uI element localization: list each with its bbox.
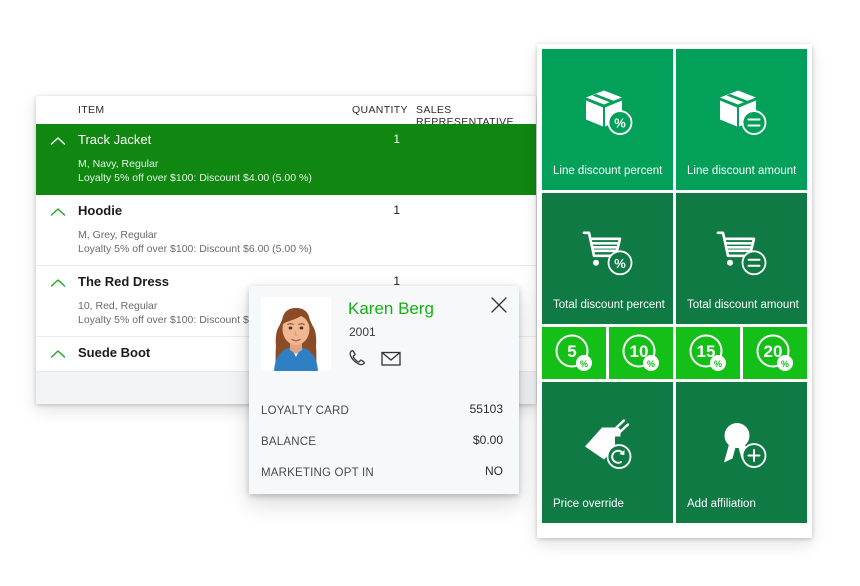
cart-equals-icon [706, 221, 778, 283]
item-quantity: 1 [393, 203, 400, 217]
phone-icon[interactable] [347, 348, 367, 368]
item-discount: Loyalty 5% off over $100: Discount $4.00… [78, 172, 312, 184]
tag-undo-icon [572, 414, 644, 476]
tile-price-override[interactable]: Price override [542, 382, 673, 523]
item-variant: M, Grey, Regular [78, 229, 158, 241]
detail-value: $0.00 [472, 433, 503, 447]
detail-value: NO [485, 464, 503, 478]
tile-total-discount-percent[interactable]: % Total discount percent [542, 193, 673, 324]
svg-text:%: % [614, 255, 626, 270]
discount-actions-panel: % Line discount percent Line discount am… [537, 44, 812, 538]
tile-line-discount-amount[interactable]: Line discount amount [676, 49, 807, 190]
percent-suffix: % [647, 359, 655, 369]
column-header-quantity: QUANTITY [352, 104, 408, 116]
tile-grid-top: % Line discount percent Line discount am… [542, 49, 807, 324]
tile-label: Line discount percent [553, 165, 663, 177]
tile-grid-bottom: Price override Add affiliation [542, 382, 807, 523]
tile-label: Total discount percent [553, 299, 665, 311]
circle-percent-icon: 10 % [622, 334, 659, 371]
column-header-item: ITEM [78, 104, 105, 116]
tile-discount-10-percent[interactable]: 10 % [609, 327, 673, 379]
item-name: Track Jacket [78, 132, 152, 147]
tile-total-discount-amount[interactable]: Total discount amount [676, 193, 807, 324]
list-item: BALANCE $0.00 [249, 425, 519, 456]
circle-percent-icon: 15 % [689, 334, 726, 371]
list-item: MARKETING OPT IN NO [249, 456, 519, 487]
item-name: Hoodie [78, 203, 123, 218]
percent-suffix: % [781, 359, 789, 369]
detail-label: MARKETING OPT IN [261, 467, 374, 479]
chevron-up-icon[interactable] [50, 136, 66, 146]
tile-label: Total discount amount [687, 299, 799, 311]
customer-card-header: Karen Berg 2001 [249, 286, 519, 394]
list-item: LOYALTY CARD 55103 [249, 394, 519, 425]
tile-line-discount-percent[interactable]: % Line discount percent [542, 49, 673, 190]
table-row[interactable]: Hoodie 1 M, Grey, Regular Loyalty 5% off… [36, 195, 536, 266]
tile-discount-5-percent[interactable]: 5 % [542, 327, 606, 379]
chevron-up-icon[interactable] [50, 349, 66, 359]
svg-text:%: % [614, 115, 626, 130]
item-variant: M, Navy, Regular [78, 158, 159, 170]
quick-percent-tiles: 5 % 10 % 15 % 20 % [542, 327, 807, 379]
customer-detail-rows: LOYALTY CARD 55103 BALANCE $0.00 MARKETI… [249, 394, 519, 487]
tile-discount-15-percent[interactable]: 15 % [676, 327, 740, 379]
close-icon[interactable] [490, 296, 508, 314]
tile-label: Line discount amount [687, 165, 797, 177]
customer-detail-card: Karen Berg 2001 LOYALTY CARD 55103 BALAN… [249, 286, 519, 494]
table-row[interactable]: Track Jacket 1 M, Navy, Regular Loyalty … [36, 124, 536, 195]
percent-suffix: % [580, 359, 588, 369]
chevron-up-icon[interactable] [50, 278, 66, 288]
item-list-header: ITEM QUANTITY SALES REPRESENTATIVE [36, 96, 536, 128]
cart-percent-icon: % [572, 221, 644, 283]
item-quantity: 1 [393, 132, 400, 146]
customer-contact-actions [347, 348, 402, 368]
tile-discount-20-percent[interactable]: 20 % [743, 327, 807, 379]
percent-suffix: % [714, 359, 722, 369]
tile-label: Price override [553, 498, 624, 510]
item-discount: Loyalty 5% off over $100: Discount $6.00… [78, 243, 312, 255]
detail-label: BALANCE [261, 436, 317, 448]
customer-name: Karen Berg [348, 299, 434, 318]
ribbon-plus-icon [706, 414, 778, 476]
envelope-icon[interactable] [380, 349, 402, 367]
detail-label: LOYALTY CARD [261, 405, 350, 417]
circle-percent-icon: 20 % [756, 334, 793, 371]
box-equals-icon [706, 81, 778, 143]
tile-label: Add affiliation [687, 498, 756, 510]
avatar [261, 297, 331, 371]
percent-value: 5 [567, 342, 576, 361]
chevron-up-icon[interactable] [50, 207, 66, 217]
circle-percent-icon: 5 % [555, 334, 592, 371]
box-percent-icon: % [572, 81, 644, 143]
detail-value: 55103 [469, 402, 503, 416]
tile-add-affiliation[interactable]: Add affiliation [676, 382, 807, 523]
customer-id: 2001 [349, 325, 376, 339]
